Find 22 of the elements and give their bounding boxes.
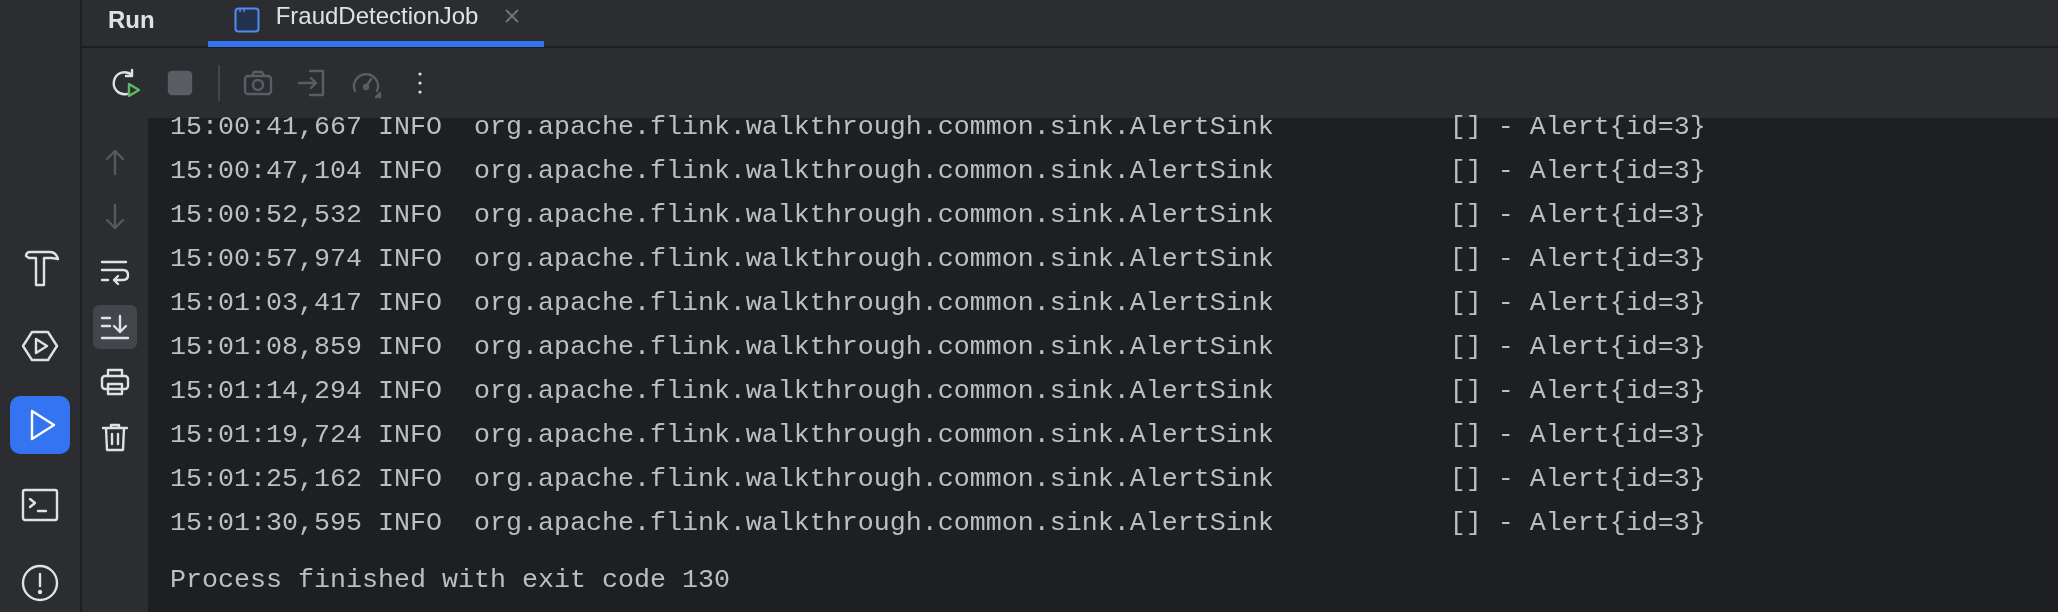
log-line: 15:00:57,974 INFO org.apache.flink.walkthrough.common.sink.AlertSink [] - Alert{id=3} [170,243,1706,276]
toolbar-button[interactable] [110,67,142,99]
log-line: 15:01:25,162 INFO org.apache.flink.walkthrough.common.sink.AlertSink [] - Alert{id=3} [170,463,1706,496]
log-line: 15:00:41,667 INFO org.apache.flink.walkthrough.common.sink.AlertSink [] - Alert{id=3} [170,111,1706,144]
exit-message: Process finished with exit code 130 [170,564,730,597]
console-tool-button[interactable] [93,305,137,349]
log-line: 15:01:30,595 INFO org.apache.flink.walkthrough.common.sink.AlertSink [] - Alert{id=3} [170,507,1706,540]
log-line: 15:00:52,532 INFO org.apache.flink.walkthrough.common.sink.AlertSink [] - Alert{id=3} [170,199,1706,232]
panel-title: Run [108,8,155,32]
tool-window-button[interactable] [10,396,70,454]
print-icon [99,366,131,398]
trash-icon [99,421,131,453]
application-icon [233,7,260,33]
close-icon[interactable] [504,8,521,24]
log-line: 15:01:14,294 INFO org.apache.flink.walkthrough.common.sink.AlertSink [] - Alert{id=3} [170,375,1706,408]
more-icon [417,71,423,95]
log-line: 15:01:19,724 INFO org.apache.flink.walkthrough.common.sink.AlertSink [] - Alert{id=3} [170,419,1706,452]
log-line: 15:00:47,104 INFO org.apache.flink.walkthrough.common.sink.AlertSink [] - Alert{id=3} [170,155,1706,188]
rerun-icon [110,67,142,99]
warning-circle-icon [20,563,60,604]
log-line: 15:01:03,417 INFO org.apache.flink.walkthrough.common.sink.AlertSink [] - Alert{id=3} [170,287,1706,320]
log-line: 15:01:08,859 INFO org.apache.flink.walkthrough.common.sink.AlertSink [] - Alert{id=3} [170,331,1706,364]
